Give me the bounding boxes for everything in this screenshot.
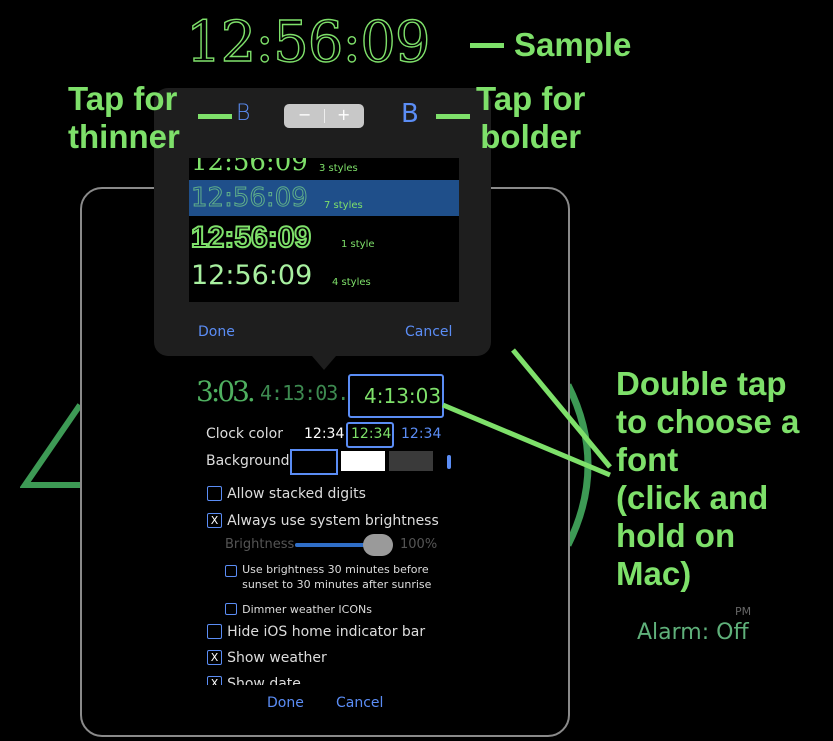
double-tap-line: to choose a [616, 403, 800, 440]
double-tap-line: (click and [616, 479, 769, 516]
double-tap-line: Mac) [616, 555, 692, 592]
double-tap-line: Double tap [616, 365, 787, 402]
double-tap-line: hold on [616, 517, 736, 554]
double-tap-annotation: Double tap to choose a font (click and h… [616, 365, 799, 593]
double-tap-line: font [616, 441, 679, 478]
